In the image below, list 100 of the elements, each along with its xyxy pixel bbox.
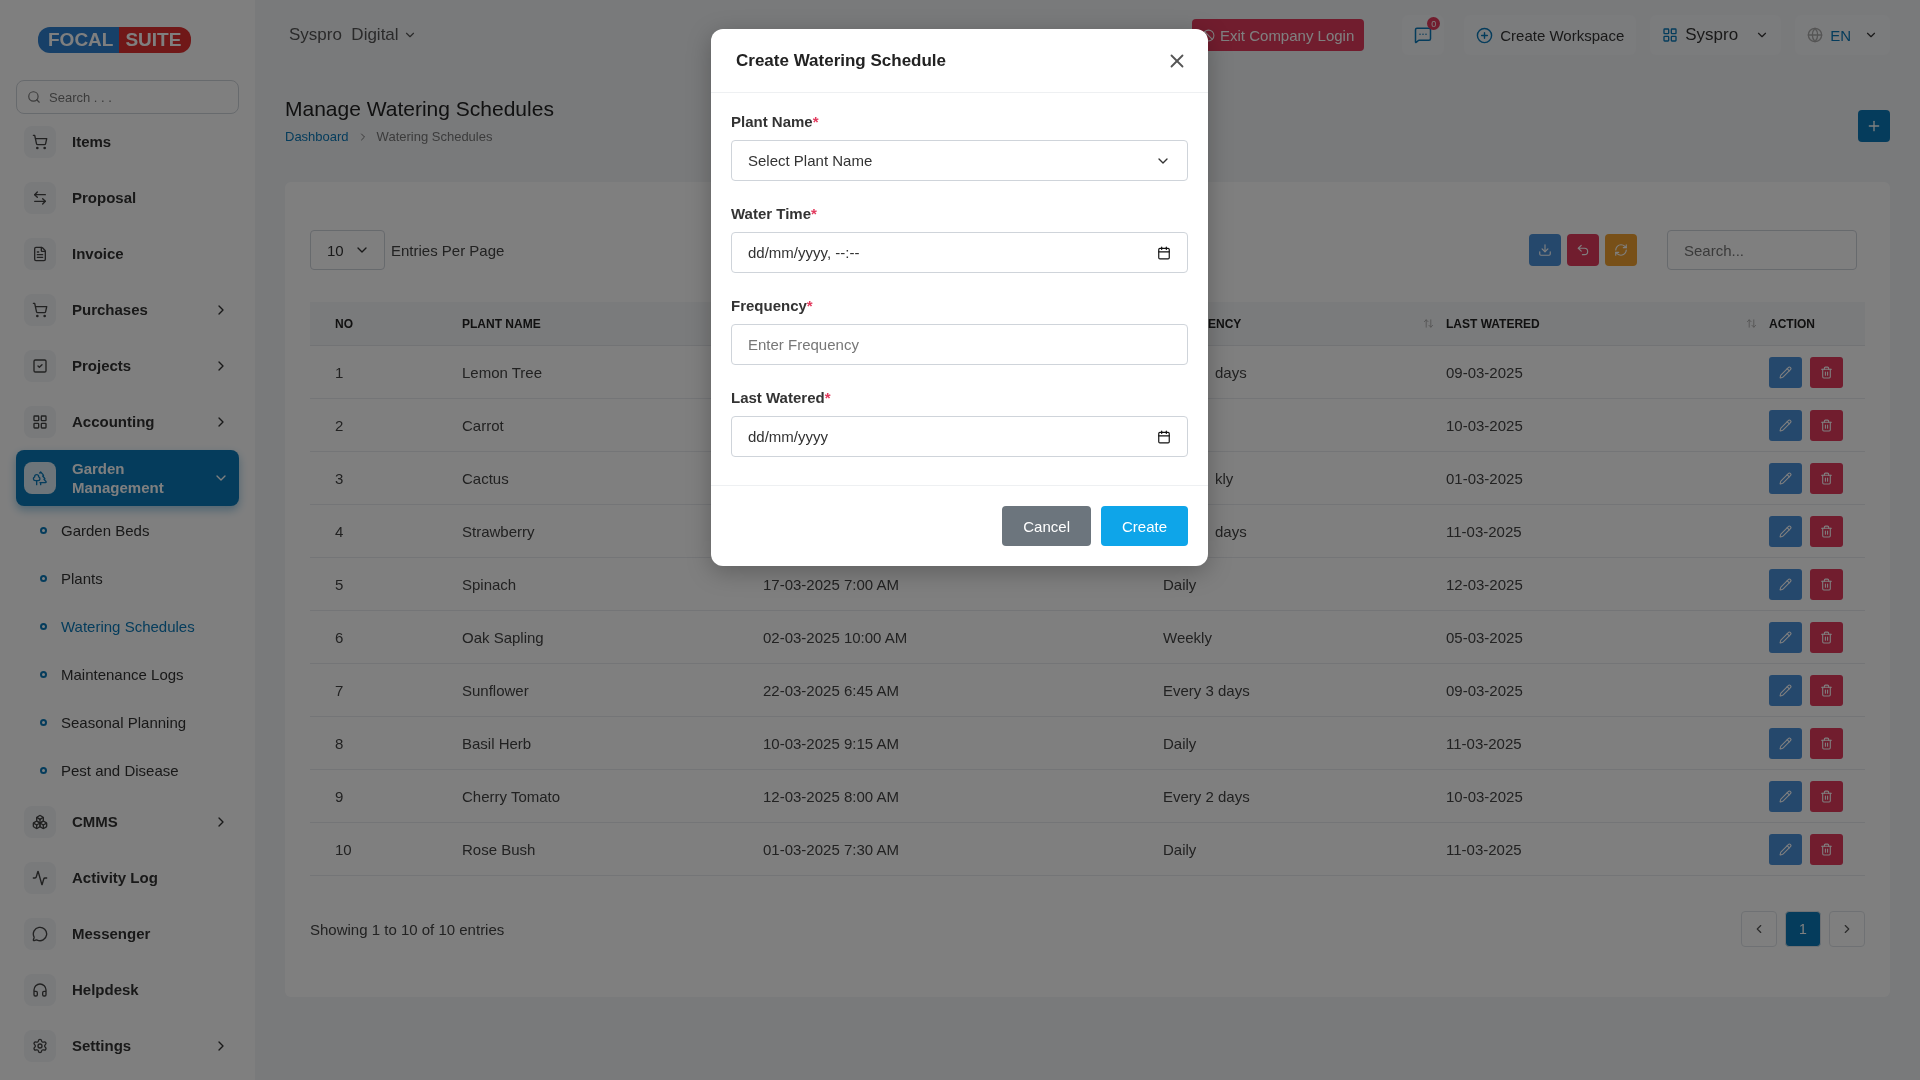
sidebar-item[interactable]: CMMS (16, 794, 239, 850)
delete-button[interactable] (1810, 515, 1843, 547)
sidebar-item[interactable]: Items (16, 114, 239, 170)
submenu-item[interactable]: Pest and Disease (16, 746, 239, 794)
delete-button[interactable] (1810, 621, 1843, 653)
cancel-button[interactable]: Cancel (1002, 506, 1091, 546)
sidebar-item[interactable]: Accounting (16, 394, 239, 450)
submenu-item[interactable]: Garden Beds (16, 506, 239, 554)
delete-button[interactable] (1810, 356, 1843, 388)
download-icon (1538, 243, 1552, 257)
nav-icon (32, 246, 48, 262)
table-cell-text: Every 3 days (1163, 681, 1251, 699)
submenu-item[interactable]: Seasonal Planning (16, 698, 239, 746)
sort-icon[interactable] (1746, 318, 1757, 329)
field-label: Last Watered* (731, 389, 832, 406)
sidebar-item[interactable]: Garden Management (16, 450, 239, 506)
nav-icon (32, 470, 48, 486)
delete-button[interactable] (1810, 833, 1843, 865)
edit-button[interactable] (1769, 356, 1802, 388)
search-icon (27, 90, 41, 104)
plus-icon (1866, 118, 1882, 134)
sidebar-item[interactable]: Settings (16, 1018, 239, 1074)
table-cell-text: 11-03-2025 (1446, 840, 1523, 858)
sidebar-item[interactable]: Purchases (16, 282, 239, 338)
sidebar-item[interactable]: Helpdesk (16, 962, 239, 1018)
pencil-icon (1779, 630, 1792, 644)
edit-button[interactable] (1769, 674, 1802, 706)
page-title: Manage Watering Schedules (285, 97, 554, 121)
edit-button[interactable] (1769, 621, 1802, 653)
nav-icon (32, 982, 48, 998)
edit-button[interactable] (1769, 780, 1802, 812)
table-cell-text: Sunflower (462, 681, 530, 699)
table-cell-text: 12-03-2025 8:00 AM (763, 787, 900, 805)
edit-button[interactable] (1769, 833, 1802, 865)
edit-button[interactable] (1769, 515, 1802, 547)
refresh-icon (1614, 243, 1628, 257)
calendar-icon (1157, 429, 1171, 444)
sidebar-item[interactable]: Invoice (16, 226, 239, 282)
table-cell-text: Daily (1163, 575, 1198, 593)
submenu-item[interactable]: Plants (16, 554, 239, 602)
submenu-item[interactable]: Maintenance Logs (16, 650, 239, 698)
column-header: LAST WATERED (1446, 316, 1540, 331)
bullet-icon (40, 670, 47, 678)
workspace-switcher[interactable]: Syspro Digital (285, 19, 421, 51)
per-page-select[interactable]: 10 (310, 230, 385, 270)
trash-icon (1820, 471, 1833, 485)
modal-title: Create Watering Schedule (736, 50, 947, 71)
sort-icon[interactable] (1423, 318, 1434, 329)
undo-button[interactable] (1567, 234, 1599, 266)
table-cell-text: 01-03-2025 7:30 AM (763, 840, 900, 858)
column-header: PLANT NAME (462, 316, 541, 331)
column-header: NO (335, 316, 353, 331)
add-button[interactable] (1858, 110, 1890, 142)
input-field[interactable]: Enter Frequency (731, 324, 1188, 365)
delete-button[interactable] (1810, 780, 1843, 812)
table-cell-text: 17-03-2025 7:00 AM (763, 575, 900, 593)
sidebar-item[interactable]: Activity Log (16, 850, 239, 906)
trash-icon (1820, 842, 1833, 856)
table-cell-text: Strawberry (462, 522, 536, 540)
sidebar-item[interactable]: Proposal (16, 170, 239, 226)
table-cell-text: Cherry Tomato (462, 787, 562, 805)
brand-logo: FOCAL SUITE (38, 27, 192, 53)
table-cell-text: Basil Herb (462, 734, 533, 752)
delete-button[interactable] (1810, 462, 1843, 494)
submenu-item[interactable]: Watering Schedules (16, 602, 239, 650)
delete-button[interactable] (1810, 409, 1843, 441)
table-cell-text: 22-03-2025 6:45 AM (763, 681, 900, 699)
next-page-button[interactable] (1829, 911, 1865, 947)
undo-icon (1576, 243, 1590, 257)
sidebar-item[interactable]: Messenger (16, 906, 239, 962)
table-cell-text: 11-03-2025 (1446, 522, 1523, 540)
trash-icon (1820, 577, 1833, 591)
bullet-icon (40, 622, 47, 630)
breadcrumb-current: Watering Schedules (376, 129, 493, 144)
page-button[interactable]: 1 (1785, 911, 1821, 947)
pencil-icon (1779, 365, 1792, 379)
table-cell-text: 8 (334, 734, 345, 752)
delete-button[interactable] (1810, 674, 1843, 706)
entries-summary: Showing 1 to 10 of 10 entries (310, 920, 505, 938)
download-button[interactable] (1529, 234, 1561, 266)
edit-button[interactable] (1769, 409, 1802, 441)
search-field[interactable]: Search . . . (16, 80, 239, 114)
breadcrumb-link[interactable]: Dashboard (285, 129, 349, 144)
table-cell-text: 10-03-2025 (1446, 787, 1524, 805)
exit-company-button[interactable]: Exit Company Login (1192, 19, 1365, 51)
delete-button[interactable] (1810, 727, 1843, 759)
delete-button[interactable] (1810, 568, 1843, 600)
edit-button[interactable] (1769, 462, 1802, 494)
create-button[interactable]: Create (1100, 506, 1188, 546)
previous-page-button[interactable] (1741, 911, 1777, 947)
date-field[interactable]: dd/mm/yyyy (731, 416, 1188, 457)
date-field[interactable]: dd/mm/yyyy, --:-- (731, 232, 1188, 273)
table-cell-text: 6 (334, 628, 345, 646)
sidebar-item[interactable]: Projects (16, 338, 239, 394)
refresh-button[interactable] (1605, 234, 1637, 266)
search-field[interactable]: Search... (1667, 230, 1857, 270)
edit-button[interactable] (1769, 727, 1802, 759)
plant-select[interactable]: Select Plant Name (731, 140, 1188, 181)
edit-button[interactable] (1769, 568, 1802, 600)
table-cell-text: Lemon Tree (462, 363, 544, 381)
